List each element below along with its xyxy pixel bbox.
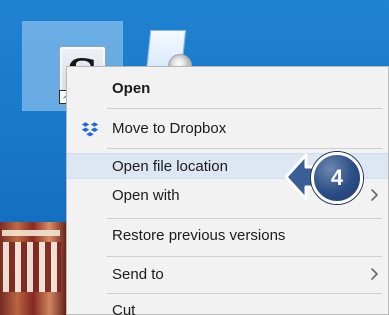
menu-separator [107,108,382,109]
menu-item-label: Open [112,79,151,97]
menu-item-label: Send to [112,265,164,283]
menu-item-label: Move to Dropbox [112,119,227,137]
menu-item-cut[interactable]: Cut [67,297,388,315]
menu-separator [107,218,382,219]
wallpaper-photo-strip [0,222,66,315]
menu-separator [107,293,382,294]
dropbox-icon [81,122,99,137]
step-number-badge: 4 [311,152,363,204]
menu-separator [107,256,382,257]
menu-item-send-to[interactable]: Send to [67,261,388,287]
menu-item-open[interactable]: Open [67,75,388,101]
menu-item-restore-previous-versions[interactable]: Restore previous versions [67,222,388,248]
chevron-right-icon [371,268,378,280]
chevron-right-icon [371,189,378,201]
menu-item-label: Open file location [112,157,228,175]
step-number: 4 [330,165,344,190]
desktop-screen: S ↗ S Open Move to Dropbox Open fil [0,0,389,315]
menu-item-label: Open with [112,186,180,204]
menu-item-move-to-dropbox[interactable]: Move to Dropbox [67,115,388,141]
menu-item-label: Cut [112,301,136,315]
menu-item-label: Restore previous versions [112,226,286,244]
